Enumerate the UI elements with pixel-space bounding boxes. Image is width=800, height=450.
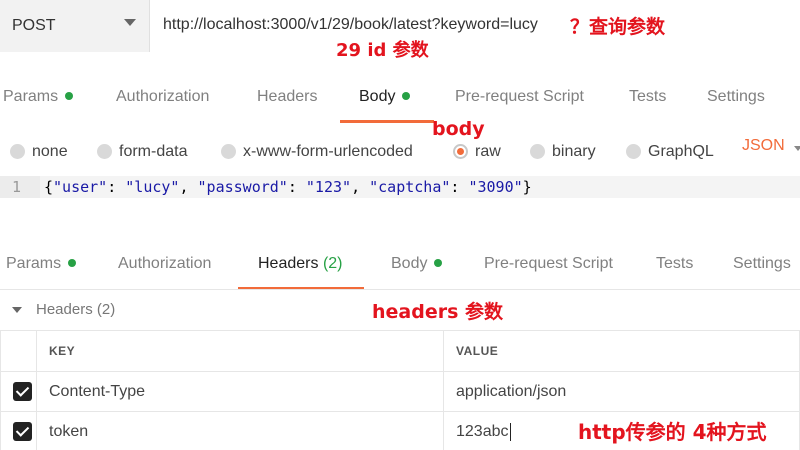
row-checkbox-cell xyxy=(0,371,37,412)
tab-label: Pre-request Script xyxy=(484,255,613,272)
radio-icon xyxy=(626,144,641,159)
header-key-cell[interactable]: token xyxy=(36,411,444,450)
chevron-down-icon xyxy=(794,146,800,151)
radio-label: GraphQL xyxy=(648,143,714,160)
chevron-down-icon xyxy=(12,307,22,313)
tab-authorization[interactable]: Authorization xyxy=(118,238,211,290)
tab-label: Headers xyxy=(258,255,319,272)
body-type-selector: none form-data x-www-form-urlencoded raw… xyxy=(0,134,800,170)
header-key: Content-Type xyxy=(49,382,146,400)
annotation-query: ？查询参数 xyxy=(570,16,666,38)
section-title: Headers (2) xyxy=(36,301,116,318)
header-value-cell[interactable]: application/json xyxy=(443,371,800,412)
dot-icon xyxy=(434,258,443,267)
radio-selected-icon xyxy=(453,144,468,159)
tab-label: Tests xyxy=(656,255,694,272)
tab-count: (2) xyxy=(322,255,343,272)
radio-label: binary xyxy=(552,143,596,160)
checkbox-checked-icon[interactable] xyxy=(13,422,32,441)
tab-body[interactable]: Body xyxy=(391,238,443,290)
header-value: application/json xyxy=(456,382,567,400)
tab-pre-request-script[interactable]: Pre-request Script xyxy=(455,71,584,123)
chevron-down-icon xyxy=(124,19,136,26)
annotation-path: 29 id 参数 xyxy=(336,40,429,61)
radio-label: none xyxy=(32,143,68,160)
tab-tests[interactable]: Tests xyxy=(656,238,693,290)
tab-label: Body xyxy=(359,88,396,105)
body-format-select[interactable]: JSON xyxy=(742,137,785,155)
header-key-cell[interactable]: Content-Type xyxy=(36,371,444,412)
tab-label: Headers xyxy=(257,88,318,105)
tab-params[interactable]: Params xyxy=(6,238,77,290)
annotation-headers: headers 参数 xyxy=(372,301,504,323)
tab-label: Body xyxy=(391,255,428,272)
line-number: 1 xyxy=(12,178,22,196)
radio-label: x-www-form-urlencoded xyxy=(243,143,413,160)
editor-code-line[interactable]: {"user": "lucy", "password": "123", "cap… xyxy=(44,178,532,196)
radio-label: form-data xyxy=(119,143,188,160)
radio-label: raw xyxy=(475,143,501,160)
request-tabs-secondary: Params Authorization Headers (2) Body Pr… xyxy=(0,238,800,290)
radio-icon xyxy=(221,144,236,159)
tab-label: Params xyxy=(3,88,59,105)
tab-body[interactable]: Body xyxy=(359,71,411,123)
tab-headers[interactable]: Headers xyxy=(257,71,317,123)
editor-gutter: 1 xyxy=(0,176,40,198)
active-tab-indicator xyxy=(340,120,434,123)
radio-icon xyxy=(10,144,25,159)
tab-label: Tests xyxy=(629,88,667,105)
tab-headers[interactable]: Headers (2) xyxy=(258,238,343,290)
tab-label: Params xyxy=(6,255,62,272)
dot-icon xyxy=(402,91,411,100)
body-editor[interactable]: 1 {"user": "lucy", "password": "123", "c… xyxy=(0,176,800,198)
value-column-header: VALUE xyxy=(443,330,800,372)
method-select[interactable]: POST xyxy=(0,0,150,52)
tab-authorization[interactable]: Authorization xyxy=(116,71,209,123)
table-header-row: KEY VALUE xyxy=(0,330,800,372)
request-tabs: Params Authorization Headers Body Pre-re… xyxy=(0,71,800,123)
method-label: POST xyxy=(12,17,56,34)
header-value-input[interactable]: 123abc xyxy=(456,422,511,441)
tab-label: Authorization xyxy=(118,255,212,272)
tab-label: Pre-request Script xyxy=(455,88,584,105)
tab-params[interactable]: Params xyxy=(3,71,74,123)
row-checkbox-cell xyxy=(0,411,37,450)
header-key: token xyxy=(49,422,89,440)
annotation-summary: http传参的 4种方式 xyxy=(578,420,767,444)
tab-pre-request-script[interactable]: Pre-request Script xyxy=(484,238,613,290)
tab-label: Authorization xyxy=(116,88,210,105)
url-input[interactable]: http://localhost:3000/v1/29/book/latest?… xyxy=(163,16,538,34)
dot-icon xyxy=(68,258,77,267)
dot-icon xyxy=(65,91,74,100)
radio-icon xyxy=(530,144,545,159)
radio-icon xyxy=(97,144,112,159)
table-row: Content-Type application/json xyxy=(0,371,800,412)
checkbox-column-header xyxy=(0,330,37,372)
tab-label: Settings xyxy=(707,88,765,105)
tab-tests[interactable]: Tests xyxy=(629,71,666,123)
tab-settings[interactable]: Settings xyxy=(733,238,791,290)
tab-settings[interactable]: Settings xyxy=(707,71,765,123)
tab-label: Settings xyxy=(733,255,791,272)
key-column-header: KEY xyxy=(36,330,444,372)
checkbox-checked-icon[interactable] xyxy=(13,382,32,401)
